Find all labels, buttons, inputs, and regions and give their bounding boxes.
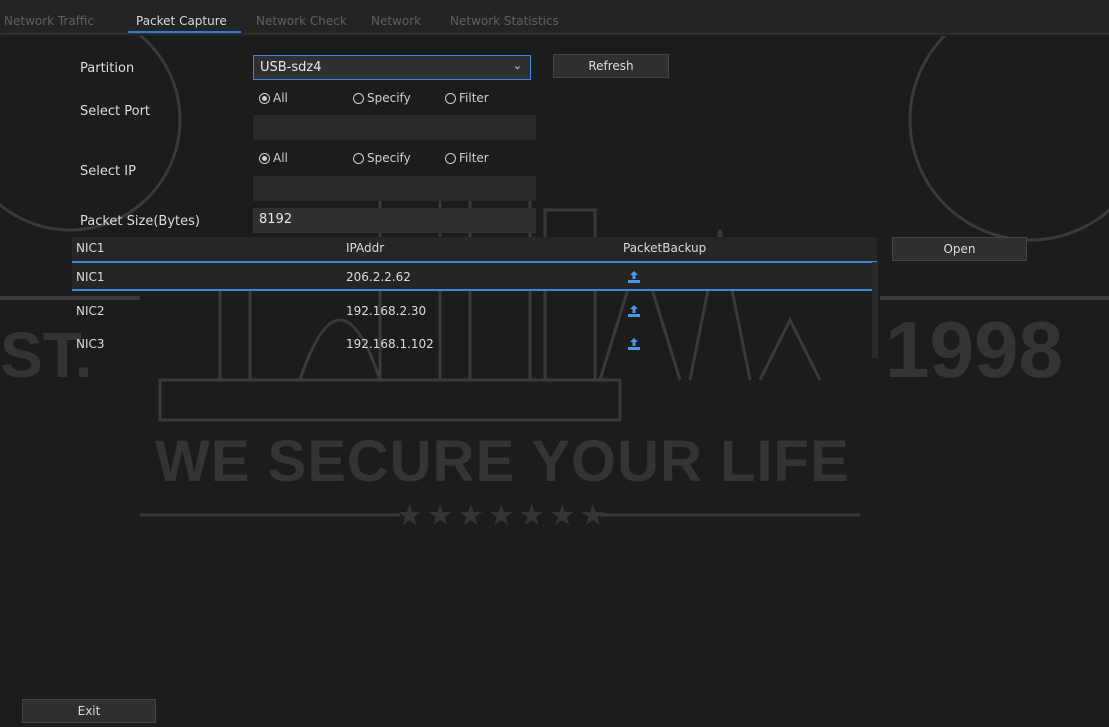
radio-unselected-icon bbox=[445, 92, 456, 104]
port-radio-specify-label: Specify bbox=[367, 91, 411, 105]
port-radio-filter[interactable]: Filter bbox=[445, 91, 489, 105]
chevron-down-icon: ⌄ bbox=[512, 59, 522, 72]
ip-cell: 192.168.2.30 bbox=[346, 304, 427, 318]
exit-button[interactable]: Exit bbox=[22, 699, 156, 723]
nic-cell: NIC2 bbox=[76, 304, 105, 318]
port-radio-all-label: All bbox=[273, 91, 288, 105]
partition-label: Partition bbox=[80, 61, 135, 76]
tab-network-traffic[interactable]: Network Traffic bbox=[4, 14, 94, 28]
nic-cell: NIC1 bbox=[76, 270, 105, 284]
select-ip-label: Select IP bbox=[80, 164, 136, 179]
tab-divider bbox=[0, 33, 1109, 34]
ip-radio-specify-label: Specify bbox=[367, 151, 411, 165]
table-header: NIC1 IPAddr PacketBackup bbox=[72, 237, 877, 261]
port-radio-specify[interactable]: Specify bbox=[353, 91, 411, 105]
select-port-label: Select Port bbox=[80, 104, 151, 119]
nic-cell: NIC3 bbox=[76, 337, 105, 351]
ip-radio-filter-label: Filter bbox=[459, 151, 489, 165]
radio-selected-icon bbox=[259, 92, 270, 104]
column-header-packetbackup: PacketBackup bbox=[623, 241, 707, 255]
ip-radio-all-label: All bbox=[273, 151, 288, 165]
port-radio-filter-label: Filter bbox=[459, 91, 489, 105]
table-row[interactable]: NIC3 192.168.1.102 bbox=[72, 330, 877, 360]
radio-unselected-icon bbox=[353, 152, 364, 164]
column-header-ipaddr: IPAddr bbox=[346, 241, 385, 255]
packet-size-value: 8192 bbox=[259, 212, 293, 227]
column-header-nic: NIC1 bbox=[76, 241, 105, 255]
table-row[interactable]: NIC2 192.168.2.30 bbox=[72, 297, 877, 327]
open-button[interactable]: Open bbox=[892, 237, 1027, 261]
refresh-button[interactable]: Refresh bbox=[553, 54, 669, 78]
ip-cell: 192.168.1.102 bbox=[346, 337, 434, 351]
upload-icon[interactable] bbox=[627, 270, 641, 284]
ip-radio-filter[interactable]: Filter bbox=[445, 151, 489, 165]
tab-network[interactable]: Network bbox=[371, 14, 421, 28]
upload-icon[interactable] bbox=[627, 337, 641, 351]
partition-value: USB-sdz4 bbox=[260, 60, 322, 75]
upload-icon[interactable] bbox=[627, 304, 641, 318]
tab-network-statistics[interactable]: Network Statistics bbox=[450, 14, 559, 28]
ip-radio-specify[interactable]: Specify bbox=[353, 151, 411, 165]
tab-packet-capture[interactable]: Packet Capture bbox=[136, 14, 227, 28]
radio-unselected-icon bbox=[445, 152, 456, 164]
ip-address-input bbox=[253, 176, 536, 201]
packet-size-label: Packet Size(Bytes) bbox=[80, 214, 200, 229]
tab-bar: Network Traffic Packet Capture Network C… bbox=[0, 0, 1109, 36]
packet-size-input[interactable]: 8192 bbox=[253, 208, 536, 233]
radio-selected-icon bbox=[259, 152, 270, 164]
port-radio-all[interactable]: All bbox=[259, 91, 288, 105]
tab-network-check[interactable]: Network Check bbox=[256, 14, 347, 28]
ip-cell: 206.2.2.62 bbox=[346, 270, 411, 284]
watermark-art bbox=[0, 0, 1109, 517]
table-row[interactable]: NIC1 206.2.2.62 bbox=[72, 261, 877, 291]
ip-radio-all[interactable]: All bbox=[259, 151, 288, 165]
radio-unselected-icon bbox=[353, 92, 364, 104]
partition-select[interactable]: USB-sdz4 ⌄ bbox=[253, 55, 531, 80]
port-input bbox=[253, 115, 536, 140]
table-scrollbar[interactable] bbox=[872, 262, 878, 358]
